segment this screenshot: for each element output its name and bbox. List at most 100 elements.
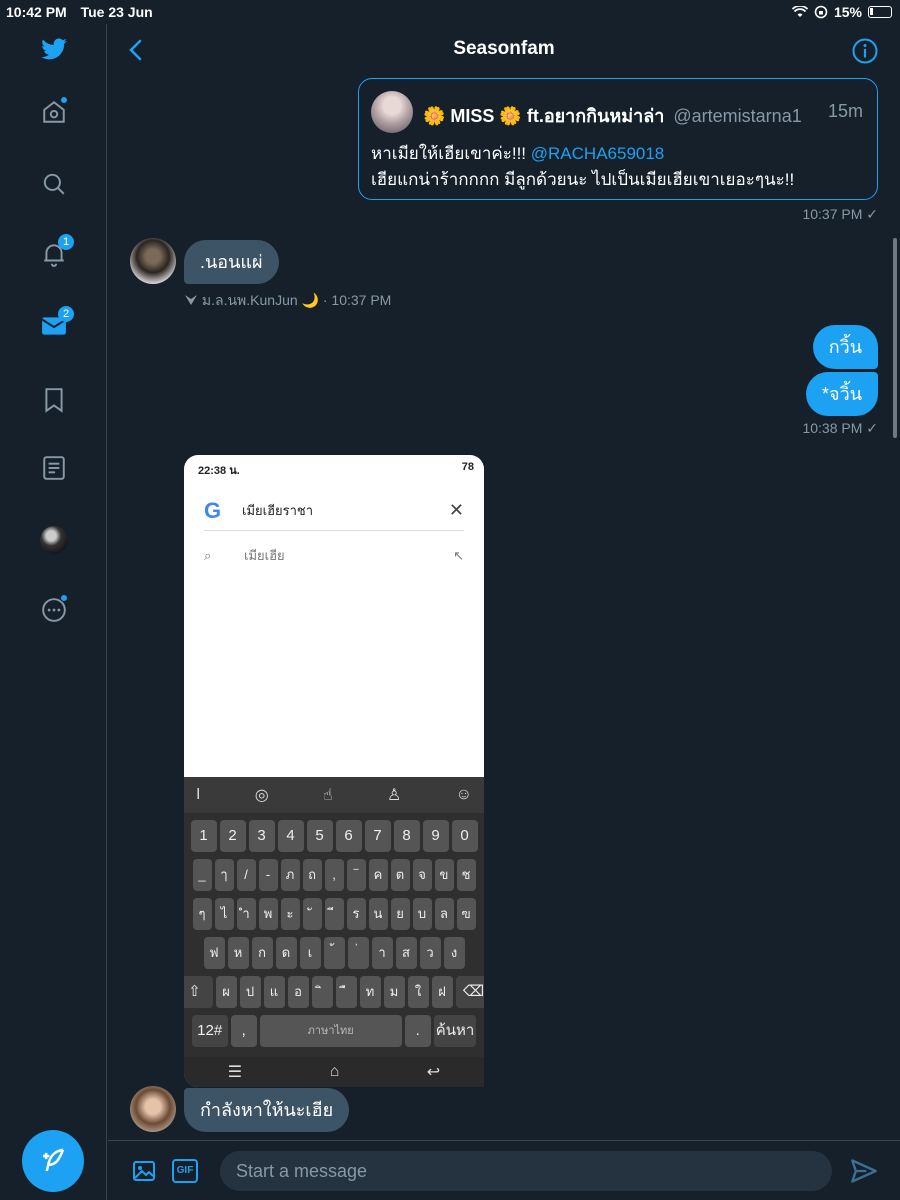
quoted-tweet-line-2: เฮียแกน่าร้ากกกก มีลูกด้วยนะ ไปเป็นเมียเ… — [371, 170, 795, 189]
compose-tweet-button[interactable] — [22, 1130, 84, 1192]
keyboard-key: า — [371, 937, 393, 969]
period-key: . — [404, 1015, 431, 1047]
home-icon: ⌂ — [329, 1063, 340, 1080]
gif-button[interactable]: GIF — [172, 1159, 198, 1183]
message-timestamp: 10:37 PM ✓ — [802, 206, 878, 222]
keyboard-key: ร — [346, 898, 366, 930]
keyboard-key: ผ — [215, 976, 237, 1008]
arrow-up-left-icon: ↖ — [453, 547, 464, 563]
keyboard-key: ก — [251, 937, 273, 969]
home-icon[interactable] — [40, 96, 68, 126]
keyboard-row-6: 12# , ภาษาไทย . ค้นหา — [184, 1015, 484, 1047]
incoming-message-bubble[interactable]: กำลังหาให้นะเฮีย — [184, 1088, 350, 1132]
keyboard-key: ๆ — [192, 898, 212, 930]
battery-percent: 15% — [833, 4, 862, 20]
sender-avatar[interactable] — [130, 1086, 176, 1132]
outgoing-message-bubble[interactable]: กวิ้น — [812, 325, 878, 369]
keyboard-key: อ — [287, 976, 309, 1008]
keyboard-key: ว — [419, 937, 441, 969]
emoji-icon: ☺ — [455, 786, 472, 803]
keyboard-key: ‾ — [346, 859, 366, 891]
image-icon[interactable] — [132, 1159, 156, 1183]
attachment-search-bar: G เมียเฮียราชา ✕ — [204, 491, 464, 531]
keyboard-key: ป — [239, 976, 261, 1008]
keyboard-key: ่ — [347, 937, 369, 969]
google-logo-icon: G — [204, 497, 222, 523]
bookmarks-icon[interactable] — [40, 386, 68, 414]
keyboard-key: ไ — [214, 898, 234, 930]
keyboard-key: ถ — [302, 859, 322, 891]
keyboard-key: 7 — [364, 820, 391, 852]
keyboard-key: 5 — [306, 820, 333, 852]
profile-avatar[interactable] — [40, 526, 68, 554]
keyboard-key: ข — [434, 859, 454, 891]
quoted-tweet-mention-link[interactable]: @RACHA659018 — [531, 144, 665, 163]
keyboard-key: ั — [302, 898, 322, 930]
keyboard-key: ื — [335, 976, 357, 1008]
status-time: 10:42 PM — [6, 4, 67, 20]
numbers-key: 12# — [191, 1015, 228, 1047]
quoted-tweet-time: 15m — [827, 101, 863, 121]
battery-icon — [868, 6, 892, 18]
quoted-tweet-card[interactable]: 🌼 MISS 🌼 ft.อยากกินหม่าล่า @artemistarna… — [358, 78, 878, 200]
keyboard-key: ช — [456, 859, 476, 891]
punctuation-key: , — [230, 1015, 257, 1047]
keyboard-key: ห — [227, 937, 249, 969]
space-key: ภาษาไทย — [259, 1015, 402, 1047]
search-icon: ⌕ — [204, 547, 212, 563]
keyboard-key: ำ — [236, 898, 256, 930]
keyboard-key: ใ — [407, 976, 429, 1008]
search-key: ค้นหา — [433, 1015, 477, 1047]
home-unread-dot — [60, 96, 68, 104]
scrollbar[interactable] — [893, 238, 897, 438]
keyboard-key: แ — [263, 976, 285, 1008]
sidebar: 1 2 — [0, 24, 107, 1200]
keyboard-key: ฟ — [203, 937, 225, 969]
messages-icon[interactable]: 2 — [40, 306, 74, 340]
quoted-tweet-body: หาเมียให้เฮียเขาค่ะ!!! @RACHA659018 เฮีย… — [371, 141, 794, 193]
image-attachment[interactable]: 22:38 น. 78 G เมียเฮียราชา ✕ ⌕ เมียเฮีย … — [184, 455, 484, 1087]
keyboard-key: - — [258, 859, 278, 891]
sender-info: ม.ล.นพ.KunJun 🌙 · 10:37 PM — [184, 290, 391, 312]
lists-icon[interactable] — [40, 454, 68, 482]
keyboard-key: 9 — [422, 820, 449, 852]
keyboard-key: ง — [443, 937, 465, 969]
backspace-key-icon: ⌫ — [455, 976, 484, 1008]
message-input[interactable] — [220, 1151, 832, 1191]
incoming-message-bubble[interactable]: .นอนแผ่ — [184, 240, 279, 284]
quoted-tweet-avatar[interactable] — [371, 91, 413, 133]
keyboard-key: ล — [434, 898, 454, 930]
status-left: 10:42 PM Tue 23 Jun — [6, 4, 163, 20]
more-icon[interactable] — [40, 594, 68, 624]
close-icon: ✕ — [448, 500, 464, 520]
back-icon: ↩ — [426, 1064, 441, 1081]
info-icon[interactable] — [852, 38, 878, 64]
keyboard-key: / — [236, 859, 256, 891]
keyboard-key: _ — [192, 859, 212, 891]
keyboard-row-2: _ ๅ / - ภถ, ‾ คตจขช — [184, 859, 484, 891]
sender-avatar[interactable] — [130, 238, 176, 284]
keyboard-key: 4 — [277, 820, 304, 852]
keyboard-key: ะ — [280, 898, 300, 930]
outgoing-message-bubble[interactable]: *จวิ้น — [806, 372, 878, 416]
notifications-badge: 1 — [58, 234, 74, 250]
gesture-icon: ☝ — [322, 787, 333, 804]
keyboard-key: , — [324, 859, 344, 891]
keyboard-row-5: ⇧ ผปแอิืทมใฝ⌫ — [184, 976, 484, 1008]
attachment-status-time: 22:38 น. — [198, 465, 240, 477]
status-bar: 10:42 PM Tue 23 Jun 15% — [0, 0, 900, 24]
keyboard-row-4: ฟหกดเ้่าสวง — [184, 937, 484, 969]
send-icon[interactable] — [850, 1157, 878, 1185]
keyboard-key: ฝ — [431, 976, 453, 1008]
theme-icon: ♙ — [387, 787, 402, 804]
attachment-status-bar: 22:38 น. 78 — [184, 455, 484, 477]
search-icon[interactable] — [40, 170, 68, 198]
wifi-icon — [791, 6, 808, 17]
keyboard-key: 0 — [451, 820, 478, 852]
attachment-nav-bar: ☰ ⌂ ↩ — [184, 1057, 484, 1087]
keyboard-key: เ — [299, 937, 321, 969]
twitter-logo-icon[interactable] — [40, 36, 68, 64]
notifications-icon[interactable]: 1 — [40, 234, 74, 268]
keyboard-key: ฃ — [456, 898, 476, 930]
keyboard-key: น — [368, 898, 388, 930]
